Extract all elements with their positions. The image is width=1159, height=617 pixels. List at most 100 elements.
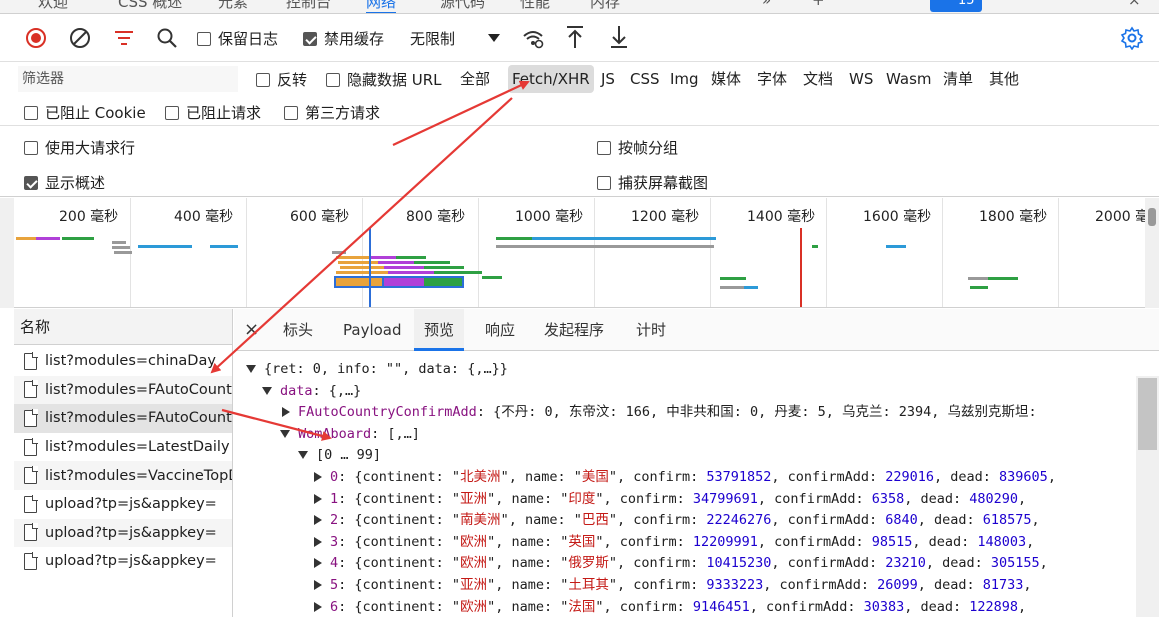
type-filter-img[interactable]: Img — [670, 65, 699, 93]
tree-node-fauto[interactable]: FAutoCountryConfirmAdd: {不丹: 0, 东帝汶: 166… — [282, 402, 1037, 423]
array-item-row[interactable]: 3: {continent: "欧洲", name: "英国", confirm… — [314, 532, 1034, 553]
collapsed-triangle-icon[interactable] — [314, 536, 322, 547]
request-row[interactable]: upload?tp=js&appkey= — [14, 490, 232, 519]
request-row[interactable]: list?modules=VaccineTopData — [14, 461, 232, 490]
collapsed-triangle-icon[interactable] — [314, 601, 322, 612]
collapsed-triangle-icon[interactable] — [314, 558, 322, 569]
type-filter-other[interactable]: 其他 — [989, 65, 1019, 93]
type-filter-manifest[interactable]: 清单 — [943, 65, 973, 93]
expand-triangle-icon[interactable] — [280, 430, 290, 438]
scrollbar-thumb[interactable] — [1148, 208, 1156, 226]
tab-elements[interactable]: 元素 — [218, 0, 248, 12]
tab-memory[interactable]: 内存 — [590, 0, 620, 12]
tree-node-data[interactable]: data: {,…} — [262, 381, 361, 402]
filter-input[interactable] — [18, 66, 238, 92]
tab-network[interactable]: 网络 — [366, 0, 397, 13]
gear-icon[interactable] — [1119, 25, 1145, 51]
type-filter-css[interactable]: CSS — [630, 65, 660, 93]
request-row-selected[interactable]: list?modules=FAutoCountryConfirmAdd,WomA… — [14, 404, 232, 433]
tab-response[interactable]: 响应 — [485, 309, 515, 351]
checkbox-box[interactable] — [165, 105, 179, 120]
tab-performance[interactable]: 性能 — [520, 0, 550, 12]
close-icon[interactable]: × — [244, 309, 259, 351]
collapsed-triangle-icon[interactable] — [314, 580, 322, 590]
capture-screenshots-checkbox[interactable]: 捕获屏幕截图 — [597, 172, 708, 193]
blocked-cookies-checkbox[interactable]: 已阻止 Cookie — [24, 102, 146, 123]
checkbox-box[interactable] — [24, 140, 38, 155]
request-row[interactable]: list?modules=FAutoCountryConfirmAdd — [14, 375, 232, 405]
checkbox-box[interactable] — [597, 175, 611, 190]
add-tab-icon[interactable]: + — [812, 0, 825, 9]
disable-cache-checkbox[interactable]: 禁用缓存 — [303, 28, 384, 49]
array-item-row[interactable]: 4: {continent: "欧洲", name: "俄罗斯", confir… — [314, 553, 1048, 574]
tab-css-overview[interactable]: CSS 概述 — [118, 0, 182, 12]
invert-checkbox[interactable]: 反转 — [256, 69, 307, 90]
tab-sources[interactable]: 源代码 — [440, 0, 485, 12]
scrollbar-thumb[interactable] — [1138, 378, 1157, 450]
issues-badge[interactable]: 15 — [930, 0, 982, 12]
request-row[interactable]: list?modules=LatestDaily — [14, 433, 232, 462]
preview-scrollbar[interactable] — [1136, 376, 1159, 617]
array-item-row[interactable]: 2: {continent: "南美洲", name: "巴西", confir… — [314, 510, 1040, 531]
checkbox-box[interactable] — [326, 72, 340, 87]
more-tabs-icon[interactable]: » — [762, 0, 771, 9]
type-filter-all[interactable]: 全部 — [460, 65, 490, 93]
array-item-row[interactable]: 6: {continent: "欧洲", name: "法国", confirm… — [314, 597, 1026, 617]
collapsed-triangle-icon[interactable] — [314, 493, 322, 504]
tree-node-womaboard[interactable]: WomAboard: [,…] — [280, 424, 420, 445]
throttling-select[interactable]: 无限制 — [404, 24, 504, 52]
expand-triangle-icon[interactable] — [246, 365, 256, 373]
tree-node-root[interactable]: {ret: 0, info: "", data: {,…}} — [246, 359, 508, 380]
type-filter-ws[interactable]: WS — [849, 65, 873, 93]
checkbox-box[interactable] — [597, 140, 611, 155]
tab-preview[interactable]: 预览 — [414, 309, 465, 351]
request-row[interactable]: upload?tp=js&appkey= — [14, 547, 232, 576]
type-filter-fetch-xhr[interactable]: Fetch/XHR — [508, 65, 594, 93]
type-filter-media[interactable]: 媒体 — [711, 65, 741, 93]
big-request-rows-checkbox[interactable]: 使用大请求行 — [24, 137, 135, 158]
record-icon[interactable] — [24, 26, 48, 50]
checkbox-box[interactable] — [24, 105, 38, 120]
search-icon[interactable] — [155, 26, 179, 50]
collapsed-triangle-icon[interactable] — [314, 472, 322, 482]
checkbox-box[interactable] — [24, 175, 38, 190]
group-by-frame-checkbox[interactable]: 按帧分组 — [597, 137, 678, 158]
checkbox-box[interactable] — [303, 31, 317, 46]
type-filter-doc[interactable]: 文档 — [803, 65, 833, 93]
tab-welcome[interactable]: 欢迎 — [38, 0, 68, 12]
export-har-icon[interactable] — [607, 24, 631, 50]
collapsed-triangle-icon[interactable] — [314, 515, 322, 526]
third-party-checkbox[interactable]: 第三方请求 — [284, 102, 380, 123]
array-item-row[interactable]: 0: {continent: "北美洲", name: "美国", confir… — [314, 467, 1056, 488]
hide-data-urls-checkbox[interactable]: 隐藏数据 URL — [326, 69, 442, 90]
close-devtools-icon[interactable]: × — [1128, 0, 1141, 9]
tab-console[interactable]: 控制台 — [286, 0, 331, 12]
tab-payload[interactable]: Payload — [343, 309, 402, 351]
waterfall-overview[interactable]: 200 毫秒 400 毫秒 600 毫秒 800 毫秒 1000 毫秒 1200… — [14, 198, 1159, 308]
blocked-requests-checkbox[interactable]: 已阻止请求 — [165, 102, 261, 123]
checkbox-box[interactable] — [284, 105, 298, 120]
type-filter-js[interactable]: JS — [601, 65, 615, 93]
type-filter-wasm[interactable]: Wasm — [886, 65, 932, 93]
import-har-icon[interactable] — [563, 24, 587, 50]
checkbox-box[interactable] — [256, 72, 270, 87]
expand-triangle-icon[interactable] — [298, 451, 308, 459]
preserve-log-checkbox[interactable]: 保留日志 — [197, 28, 278, 49]
tab-initiator[interactable]: 发起程序 — [544, 309, 604, 351]
array-item-row[interactable]: 5: {continent: "亚洲", name: "土耳其", confir… — [314, 575, 1032, 596]
selected-waterfall-range[interactable] — [334, 276, 384, 288]
request-row[interactable]: list?modules=chinaDay — [14, 347, 232, 376]
tree-node-range[interactable]: [0 … 99] — [298, 445, 381, 466]
name-column-header[interactable]: 名称 — [14, 309, 232, 345]
clear-icon[interactable] — [68, 26, 92, 50]
show-overview-checkbox[interactable]: 显示概述 — [24, 172, 105, 193]
checkbox-box[interactable] — [197, 31, 211, 46]
network-conditions-icon[interactable] — [520, 26, 546, 50]
filter-icon[interactable] — [112, 26, 136, 50]
array-item-row[interactable]: 1: {continent: "亚洲", name: "印度", confirm… — [314, 489, 1026, 510]
type-filter-font[interactable]: 字体 — [757, 65, 787, 93]
request-row[interactable]: upload?tp=js&appkey= — [14, 518, 232, 548]
collapsed-triangle-icon[interactable] — [282, 407, 290, 417]
tab-headers[interactable]: 标头 — [283, 309, 313, 351]
tab-timing[interactable]: 计时 — [636, 309, 666, 351]
